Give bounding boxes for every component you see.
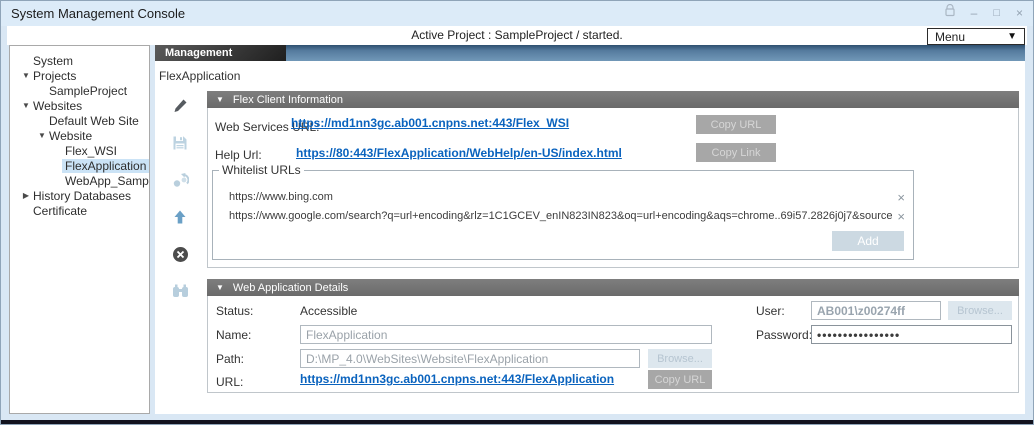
flex-client-section-body: Web Services URL: https://md1nn3gc.ab001…: [207, 108, 1019, 268]
section-title: Flex Client Information: [233, 94, 343, 106]
tree-item-history-databases[interactable]: ▶History Databases: [10, 188, 149, 203]
arrow-up-icon: [172, 209, 188, 225]
minimize-button[interactable]: –: [971, 1, 978, 26]
remove-url-icon[interactable]: ×: [893, 190, 905, 205]
tree-item-websites[interactable]: ▼Websites: [10, 98, 149, 113]
add-url-button[interactable]: Add: [832, 231, 904, 251]
whitelist-row: https://www.google.com/search?q=url+enco…: [229, 207, 905, 225]
collapse-triangle-icon: ▼: [216, 95, 224, 104]
close-button[interactable]: ×: [1016, 1, 1023, 26]
main-panel: FlexApplication ▼ Flex Client Informatio…: [155, 61, 1025, 414]
remove-url-icon[interactable]: ×: [893, 209, 905, 224]
triangle-down-icon[interactable]: ▼: [35, 131, 49, 140]
web-app-section-body: Status: Accessible Name: Path: Browse...…: [207, 296, 1019, 393]
name-label: Name:: [216, 328, 251, 342]
tab-row: Management: [155, 45, 1025, 61]
tree-item-webapp-sample[interactable]: WebApp_Sample: [10, 173, 149, 188]
page-title: FlexApplication: [159, 69, 240, 83]
vertical-toolbar: [155, 97, 205, 300]
password-field[interactable]: [811, 325, 1012, 344]
search-button[interactable]: [171, 282, 189, 300]
tree-item-certificate[interactable]: Certificate: [10, 203, 149, 218]
system-management-console-window: System Management Console – □ × Active P…: [0, 0, 1034, 425]
copy-app-url-button[interactable]: Copy URL: [648, 370, 712, 389]
tree-item-projects[interactable]: ▼Projects: [10, 68, 149, 83]
status-label: Status:: [216, 304, 253, 318]
collapse-triangle-icon: ▼: [216, 283, 224, 292]
tree-item-flex-wsi[interactable]: Flex_WSI: [10, 143, 149, 158]
web-application-details-section: ▼ Web Application Details Status: Access…: [207, 279, 1019, 393]
x-circle-icon: [172, 246, 189, 263]
user-field[interactable]: [811, 301, 941, 320]
maximize-button[interactable]: □: [993, 1, 1000, 26]
name-field[interactable]: [300, 325, 712, 344]
pencil-icon: [172, 98, 188, 114]
tree-item-sampleproject[interactable]: SampleProject: [10, 83, 149, 98]
active-project-status: Active Project : SampleProject / started…: [7, 26, 1027, 45]
menu-dropdown[interactable]: Menu ▼: [927, 28, 1025, 45]
tree-item-default-web-site[interactable]: Default Web Site: [10, 113, 149, 128]
help-url-link[interactable]: https://80:443/FlexApplication/WebHelp/e…: [296, 146, 622, 160]
window-title: System Management Console: [11, 6, 185, 21]
web-services-url-link[interactable]: https://md1nn3gc.ab001.cnpns.net:443/Fle…: [291, 116, 569, 130]
chevron-down-icon: ▼: [1007, 31, 1017, 42]
lock-icon: [945, 1, 955, 26]
upload-button[interactable]: [171, 208, 189, 226]
copy-link-button[interactable]: Copy Link: [696, 143, 776, 162]
tab-strip-filler: [286, 45, 1025, 61]
tree-item-flexapplication[interactable]: FlexApplication: [10, 158, 149, 173]
path-label: Path:: [216, 352, 244, 366]
url-label: URL:: [216, 375, 243, 389]
refresh-icon: [172, 172, 189, 189]
tree-panel: System ▼Projects SampleProject ▼Websites…: [9, 45, 150, 414]
whitelist-url: https://www.bing.com: [229, 191, 333, 203]
tab-management[interactable]: Management: [155, 45, 286, 61]
flex-client-information-section: ▼ Flex Client Information Web Services U…: [207, 91, 1019, 268]
browse-user-button[interactable]: Browse...: [948, 301, 1012, 320]
edit-button[interactable]: [171, 97, 189, 115]
save-button[interactable]: [171, 134, 189, 152]
triangle-down-icon[interactable]: ▼: [19, 101, 33, 110]
whitelist-urls-group: Whitelist URLs https://www.bing.com × ht…: [212, 170, 914, 260]
help-url-label: Help Url:: [215, 148, 262, 162]
triangle-down-icon[interactable]: ▼: [19, 71, 33, 80]
tree-item-system[interactable]: System: [10, 53, 149, 68]
flex-client-section-header[interactable]: ▼ Flex Client Information: [207, 91, 1019, 108]
floppy-disk-icon: [172, 135, 188, 151]
triangle-right-icon[interactable]: ▶: [19, 191, 33, 200]
title-bar: System Management Console – □ ×: [1, 1, 1033, 26]
content-area: ▼ Flex Client Information Web Services U…: [207, 89, 1019, 414]
password-label: Password:: [756, 328, 812, 342]
app-url-link[interactable]: https://md1nn3gc.ab001.cnpns.net:443/Fle…: [300, 372, 614, 386]
section-title: Web Application Details: [233, 282, 348, 294]
binoculars-icon: [172, 283, 189, 299]
status-value: Accessible: [300, 304, 357, 318]
cancel-button[interactable]: [171, 245, 189, 263]
browse-path-button[interactable]: Browse...: [648, 349, 712, 368]
window-controls: – □ ×: [945, 1, 1023, 26]
path-field[interactable]: [300, 349, 640, 368]
copy-url-button[interactable]: Copy URL: [696, 115, 776, 134]
web-app-section-header[interactable]: ▼ Web Application Details: [207, 279, 1019, 296]
refresh-button[interactable]: [171, 171, 189, 189]
tree-item-website[interactable]: ▼Website: [10, 128, 149, 143]
menu-label: Menu: [935, 30, 965, 44]
whitelist-url: https://www.google.com/search?q=url+enco…: [229, 210, 893, 222]
whitelist-urls-legend: Whitelist URLs: [219, 163, 304, 177]
whitelist-row: https://www.bing.com ×: [229, 188, 905, 206]
window-bottom-edge: [1, 420, 1033, 424]
user-label: User:: [756, 304, 785, 318]
